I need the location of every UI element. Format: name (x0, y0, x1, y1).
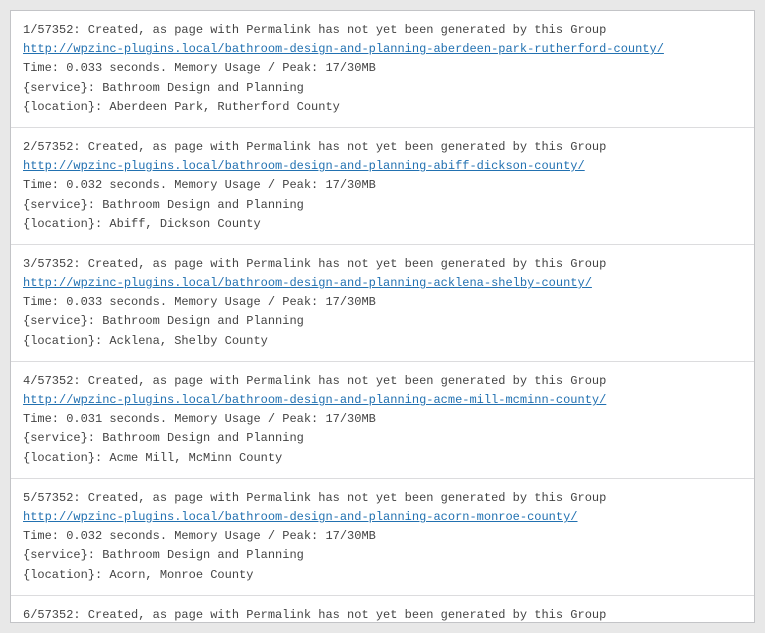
log-service-line: {service}: Bathroom Design and Planning (23, 196, 742, 215)
log-time-line: Time: 0.032 seconds. Memory Usage / Peak… (23, 527, 742, 546)
log-status-line: 5/57352: Created, as page with Permalink… (23, 489, 742, 508)
log-location-line: {location}: Acklena, Shelby County (23, 332, 742, 351)
log-time-line: Time: 0.031 seconds. Memory Usage / Peak… (23, 410, 742, 429)
log-time-line: Time: 0.033 seconds. Memory Usage / Peak… (23, 293, 742, 312)
log-service-line: {service}: Bathroom Design and Planning (23, 546, 742, 565)
log-time-line: Time: 0.033 seconds. Memory Usage / Peak… (23, 59, 742, 78)
log-entry: 2/57352: Created, as page with Permalink… (11, 128, 754, 245)
log-service-line: {service}: Bathroom Design and Planning (23, 312, 742, 331)
permalink-link[interactable]: http://wpzinc-plugins.local/bathroom-des… (23, 159, 585, 173)
log-url-line: http://wpzinc-plugins.local/bathroom-des… (23, 391, 742, 410)
log-entry: 5/57352: Created, as page with Permalink… (11, 479, 754, 596)
log-location-line: {location}: Acme Mill, McMinn County (23, 449, 742, 468)
log-container[interactable]: 1/57352: Created, as page with Permalink… (10, 10, 755, 623)
log-service-line: {service}: Bathroom Design and Planning (23, 79, 742, 98)
log-status-line: 1/57352: Created, as page with Permalink… (23, 21, 742, 40)
log-location-line: {location}: Aberdeen Park, Rutherford Co… (23, 98, 742, 117)
log-location-line: {location}: Abiff, Dickson County (23, 215, 742, 234)
log-status-line: 4/57352: Created, as page with Permalink… (23, 372, 742, 391)
log-location-line: {location}: Acorn, Monroe County (23, 566, 742, 585)
permalink-link[interactable]: http://wpzinc-plugins.local/bathroom-des… (23, 393, 606, 407)
log-entry: 1/57352: Created, as page with Permalink… (11, 11, 754, 128)
log-url-line: http://wpzinc-plugins.local/bathroom-des… (23, 274, 742, 293)
log-time-line: Time: 0.032 seconds. Memory Usage / Peak… (23, 176, 742, 195)
permalink-link[interactable]: http://wpzinc-plugins.local/bathroom-des… (23, 510, 578, 524)
log-service-line: {service}: Bathroom Design and Planning (23, 429, 742, 448)
log-status-line: 3/57352: Created, as page with Permalink… (23, 255, 742, 274)
log-status-line: 6/57352: Created, as page with Permalink… (23, 606, 742, 623)
log-url-line: http://wpzinc-plugins.local/bathroom-des… (23, 40, 742, 59)
log-url-line: http://wpzinc-plugins.local/bathroom-des… (23, 157, 742, 176)
permalink-link[interactable]: http://wpzinc-plugins.local/bathroom-des… (23, 276, 592, 290)
log-entry: 6/57352: Created, as page with Permalink… (11, 596, 754, 623)
log-url-line: http://wpzinc-plugins.local/bathroom-des… (23, 508, 742, 527)
log-entry: 3/57352: Created, as page with Permalink… (11, 245, 754, 362)
log-status-line: 2/57352: Created, as page with Permalink… (23, 138, 742, 157)
permalink-link[interactable]: http://wpzinc-plugins.local/bathroom-des… (23, 42, 664, 56)
log-entry: 4/57352: Created, as page with Permalink… (11, 362, 754, 479)
